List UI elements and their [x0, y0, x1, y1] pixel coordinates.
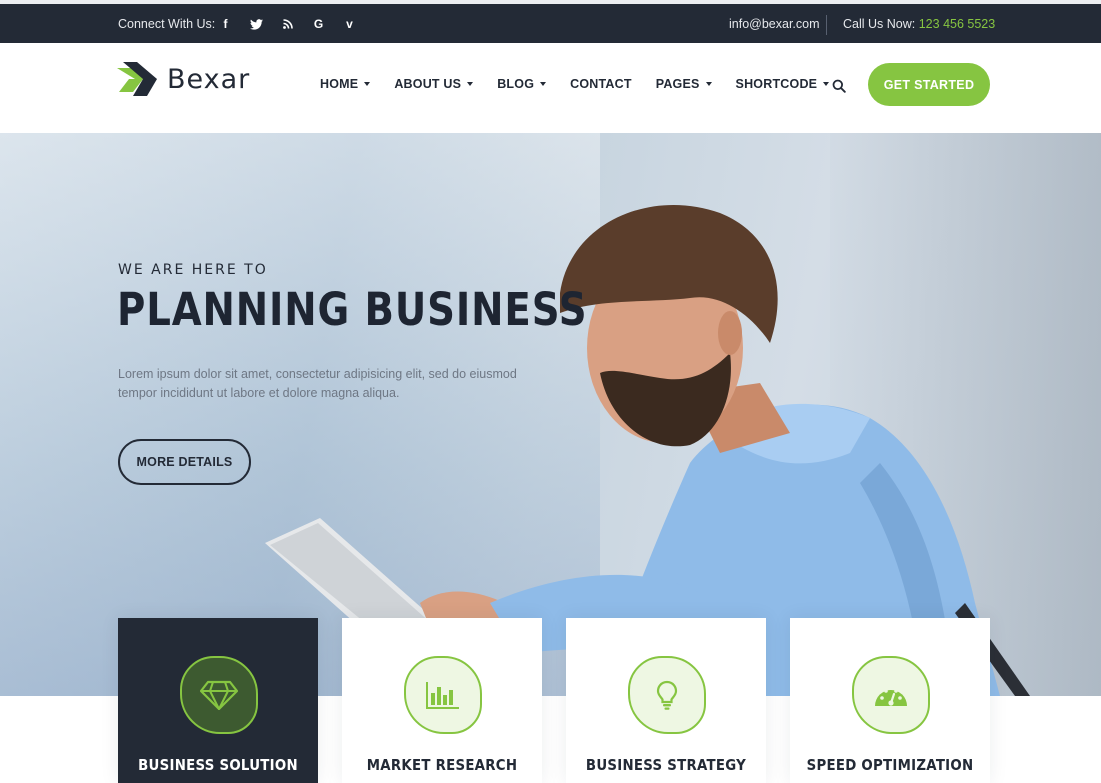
- social-links: f G v: [210, 15, 365, 33]
- google-icon[interactable]: G: [303, 15, 334, 33]
- chevron-down-icon: [540, 82, 547, 86]
- logo[interactable]: Bexar: [117, 62, 250, 96]
- more-details-button[interactable]: MORE DETAILS: [118, 439, 251, 485]
- feature-icon-box: [180, 656, 258, 734]
- get-started-button[interactable]: GET STARTED: [868, 63, 990, 106]
- nav-label: ABOUT US: [394, 77, 462, 91]
- feature-title: MARKET RESEARCH: [366, 756, 518, 774]
- feature-title: SPEED OPTIMIZATION: [806, 756, 974, 774]
- nav-item-home[interactable]: HOME: [320, 77, 371, 91]
- email-link[interactable]: info@bexar.com: [729, 17, 820, 31]
- nav-item-about-us[interactable]: ABOUT US: [394, 77, 474, 91]
- feature-card-speed-optimization[interactable]: SPEED OPTIMIZATION: [790, 618, 990, 783]
- hero-photo-businessman: [265, 204, 1030, 696]
- rss-icon[interactable]: [272, 15, 303, 33]
- connect-label: Connect With Us:: [118, 17, 216, 31]
- vimeo-icon[interactable]: v: [334, 15, 365, 33]
- divider: [826, 15, 827, 35]
- feature-cards: BUSINESS SOLUTION MARKET RESEARCH BUSINE…: [118, 618, 990, 783]
- chevron-down-icon: [823, 82, 830, 86]
- feature-icon-box: [852, 656, 930, 734]
- nav-label: BLOG: [497, 77, 535, 91]
- feature-title: BUSINESS SOLUTION: [138, 756, 298, 774]
- nav-label: CONTACT: [570, 77, 632, 91]
- nav-item-pages[interactable]: PAGES: [656, 77, 712, 91]
- facebook-icon[interactable]: f: [210, 15, 241, 33]
- speedometer-icon: [875, 689, 907, 706]
- hero-headline: PLANNING BUSINESS: [117, 283, 588, 336]
- diamond-icon: [200, 680, 238, 710]
- nav-label: SHORTCODE: [735, 77, 818, 91]
- nav-item-contact[interactable]: CONTACT: [570, 77, 632, 91]
- feature-title: BUSINESS STRATEGY: [585, 756, 747, 774]
- hero-description: Lorem ipsum dolor sit amet, consectetur …: [118, 367, 517, 400]
- nav-label: HOME: [320, 77, 359, 91]
- feature-icon-box: [404, 656, 482, 734]
- call-label: Call Us Now:: [843, 17, 916, 31]
- nav-item-blog[interactable]: BLOG: [497, 77, 547, 91]
- lightbulb-icon: [656, 680, 678, 710]
- logo-mark-icon: [117, 62, 157, 96]
- chevron-down-icon: [364, 82, 371, 86]
- nav-item-shortcode[interactable]: SHORTCODE: [736, 77, 830, 91]
- feature-icon-box: [628, 656, 706, 734]
- feature-card-business-strategy[interactable]: BUSINESS STRATEGY: [566, 618, 766, 783]
- feature-card-business-solution[interactable]: BUSINESS SOLUTION: [118, 618, 318, 783]
- nav-label: PAGES: [655, 77, 700, 91]
- call-number[interactable]: 123 456 5523: [919, 17, 995, 31]
- search-icon[interactable]: [832, 79, 846, 93]
- hero-kicker: WE ARE HERE TO: [118, 262, 268, 278]
- top-bar: Connect With Us: f G v info@bexar.com Ca…: [0, 0, 1101, 43]
- bar-chart-icon: [426, 682, 459, 709]
- feature-card-market-research[interactable]: MARKET RESEARCH: [342, 618, 542, 783]
- call-info: Call Us Now: 123 456 5523: [843, 17, 995, 31]
- brand-name: Bexar: [167, 63, 251, 95]
- main-nav: HOME ABOUT US BLOG CONTACT PAGES SHORTCO…: [320, 77, 853, 91]
- site-header: Bexar HOME ABOUT US BLOG CONTACT PAGES S…: [0, 43, 1101, 133]
- chevron-down-icon: [467, 82, 474, 86]
- hero-section: WE ARE HERE TO PLANNING BUSINESS Lorem i…: [0, 133, 1101, 696]
- chevron-down-icon: [705, 82, 712, 86]
- twitter-icon[interactable]: [241, 15, 272, 33]
